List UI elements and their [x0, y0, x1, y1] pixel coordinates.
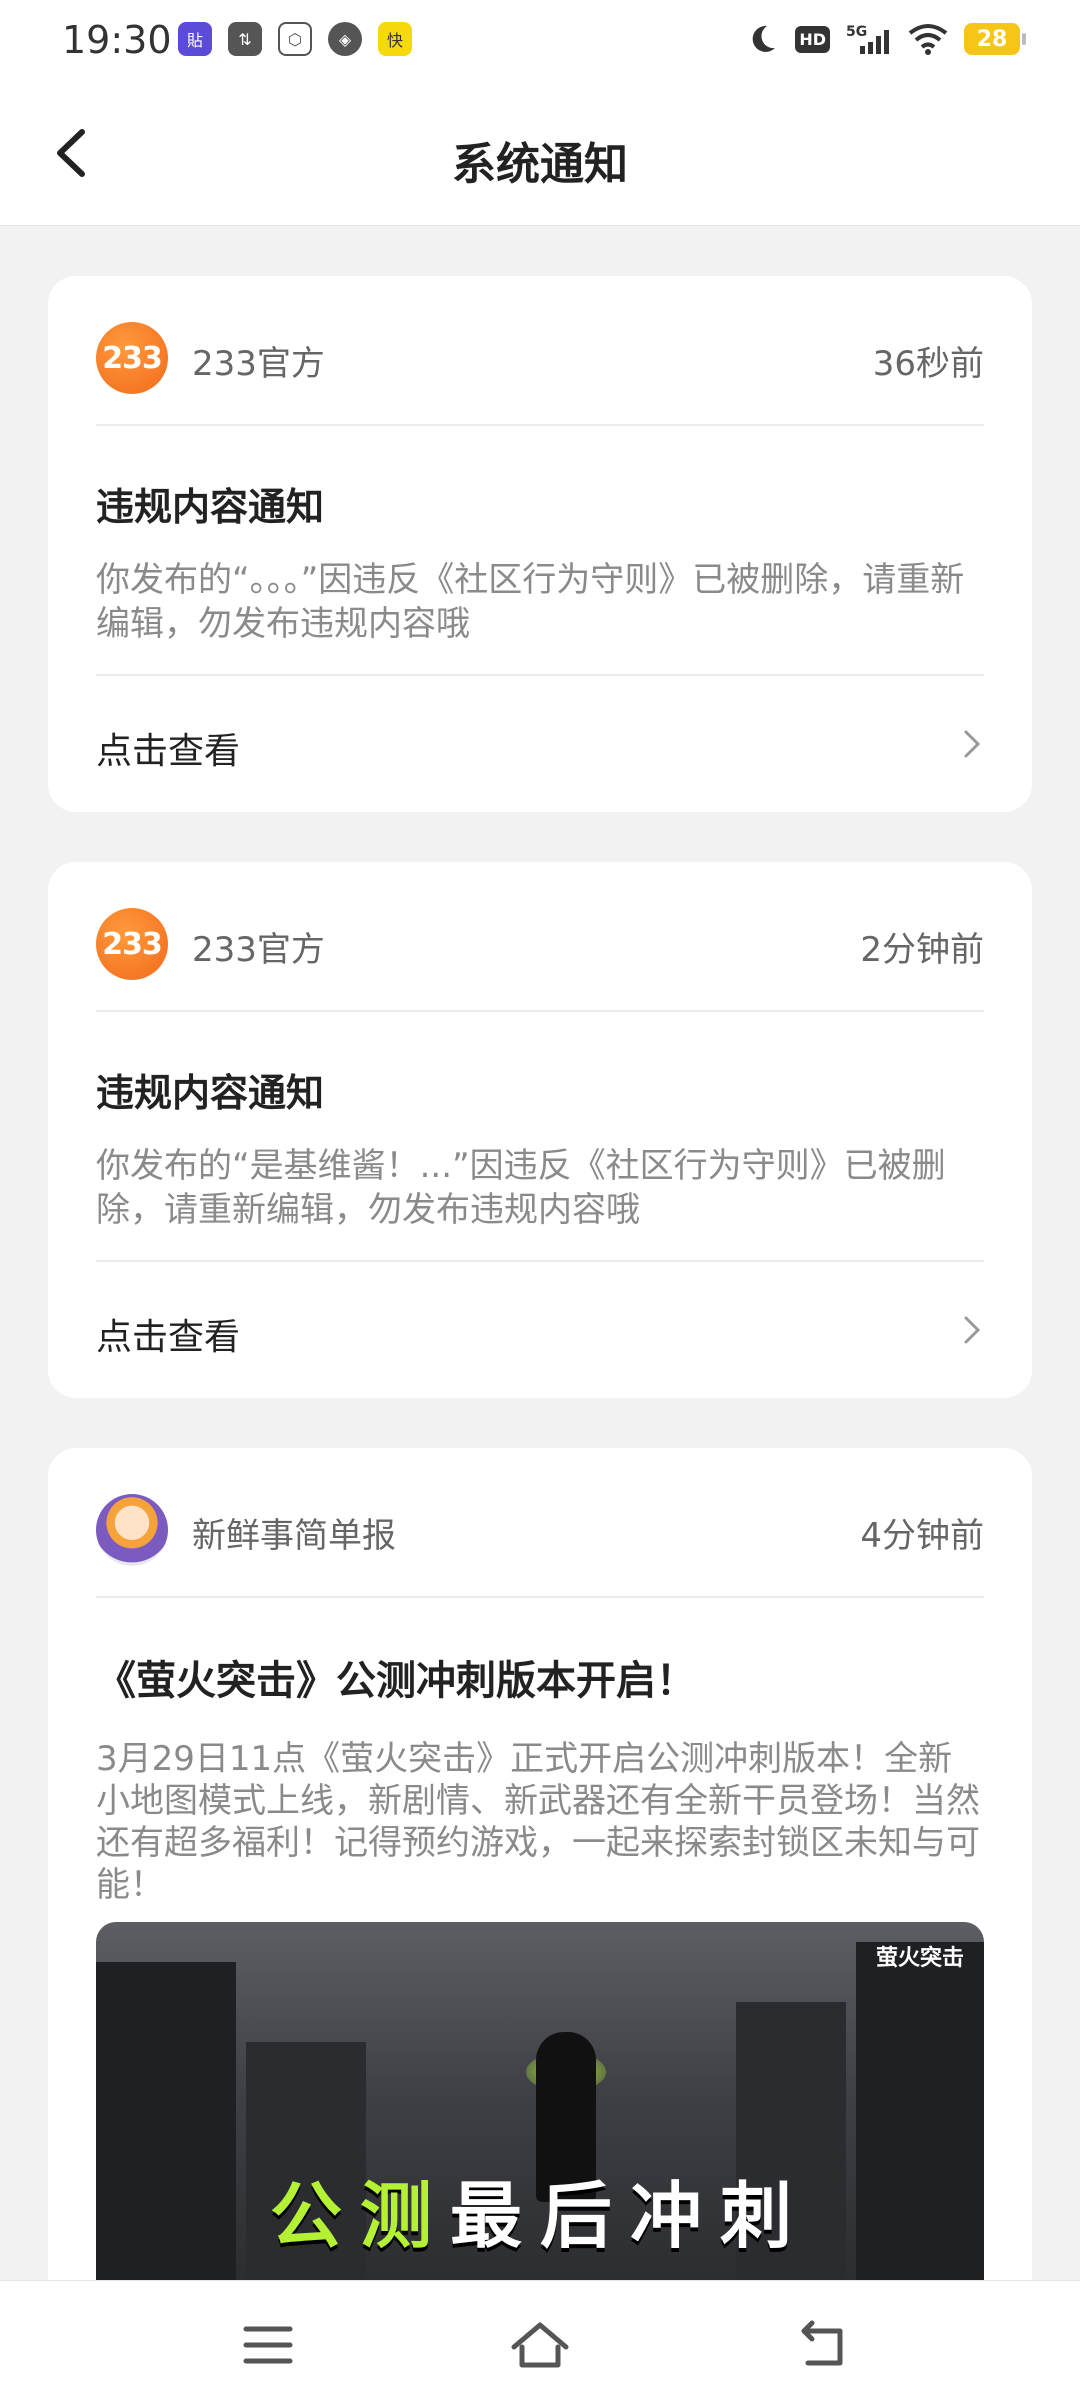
view-details-row[interactable]: 点击查看 [96, 674, 984, 812]
avatar[interactable] [96, 1494, 168, 1566]
battery-icon: 28 [964, 23, 1026, 55]
app-icon: 貼 [178, 22, 212, 56]
transfer-icon: ⇅ [228, 22, 262, 56]
page-title: 系统通知 [452, 139, 628, 190]
signal-5g-icon: 5G [846, 24, 889, 54]
notification-card: 233 233官方 36秒前 违规内容通知 你发布的“。。。”因违反《社区行为守… [48, 276, 1032, 812]
card-header: 233 233官方 36秒前 [96, 276, 984, 426]
hex-icon: ⬡ [278, 22, 312, 56]
notice-title: 《萤火突击》公测冲刺版本开启！ [96, 1658, 696, 1704]
chevron-right-icon [964, 730, 981, 758]
avatar[interactable]: 233 [96, 322, 168, 394]
notice-body: 你发布的“。。。”因违反《社区行为守则》已被删除，请重新编辑，勿发布违规内容哦 [96, 560, 965, 644]
banner-headline: 公测最后冲刺 [96, 2157, 984, 2262]
timestamp: 36秒前 [872, 344, 984, 384]
sender-name: 新鲜事简单报 [192, 1516, 396, 1556]
notice-title: 违规内容通知 [96, 1071, 325, 1115]
view-details-label: 点击查看 [96, 731, 241, 772]
back-nav-button[interactable] [792, 2317, 852, 2373]
hd-icon: HD [795, 25, 830, 53]
view-details-row[interactable]: 点击查看 [96, 1260, 984, 1398]
status-icons-right: HD 5G 28 [745, 22, 1026, 56]
compass-icon: ◈ [328, 22, 362, 56]
notification-card: 233 233官方 2分钟前 违规内容通知 你发布的“是基维酱！...”因违反《… [48, 862, 1032, 1398]
game-logo: 萤火突击 [875, 1946, 964, 1971]
wifi-icon [908, 24, 948, 55]
notice-body: 你发布的“是基维酱！...”因违反《社区行为守则》已被删除，请重新编辑，勿发布违… [96, 1146, 946, 1230]
timestamp: 2分钟前 [860, 930, 984, 970]
back-icon [801, 2320, 843, 2366]
promo-banner-image[interactable]: 萤火突击 公测最后冲刺 [96, 1922, 984, 2302]
status-icons-left: 貼 ⇅ ⬡ ◈ 快 [178, 22, 412, 56]
news-card[interactable]: 新鲜事简单报 4分钟前 《萤火突击》公测冲刺版本开启！ 3月29日11点《萤火突… [48, 1448, 1032, 2408]
menu-icon [243, 2326, 293, 2364]
card-header: 新鲜事简单报 4分钟前 [96, 1448, 984, 1598]
title-bar: 系统通知 [0, 88, 1080, 226]
view-details-label: 点击查看 [96, 1317, 241, 1358]
status-time: 19:30 [62, 18, 172, 62]
home-icon [511, 2322, 569, 2368]
menu-button[interactable] [238, 2317, 298, 2373]
chevron-right-icon [964, 1316, 981, 1344]
card-header: 233 233官方 2分钟前 [96, 862, 984, 1012]
notice-title: 违规内容通知 [96, 485, 325, 529]
notice-body: 3月29日11点《萤火突击》正式开启公测冲刺版本！全新小地图模式上线，新剧情、新… [96, 1739, 980, 1905]
timestamp: 4分钟前 [860, 1516, 984, 1556]
home-button[interactable] [508, 2317, 569, 2373]
sender-name: 233官方 [192, 344, 325, 384]
svg-text:5G: 5G [846, 24, 867, 40]
banner-headline-accent: 公测 [269, 2174, 450, 2258]
yellow-app-icon: 快 [378, 22, 412, 56]
status-bar: 19:30 貼 ⇅ ⬡ ◈ 快 HD 5G 28 [0, 0, 1080, 88]
sender-name: 233官方 [192, 930, 325, 970]
avatar[interactable]: 233 [96, 908, 168, 980]
system-nav-bar [0, 2280, 1080, 2408]
moon-icon [753, 25, 776, 52]
banner-headline-text: 最后冲刺 [450, 2174, 811, 2258]
